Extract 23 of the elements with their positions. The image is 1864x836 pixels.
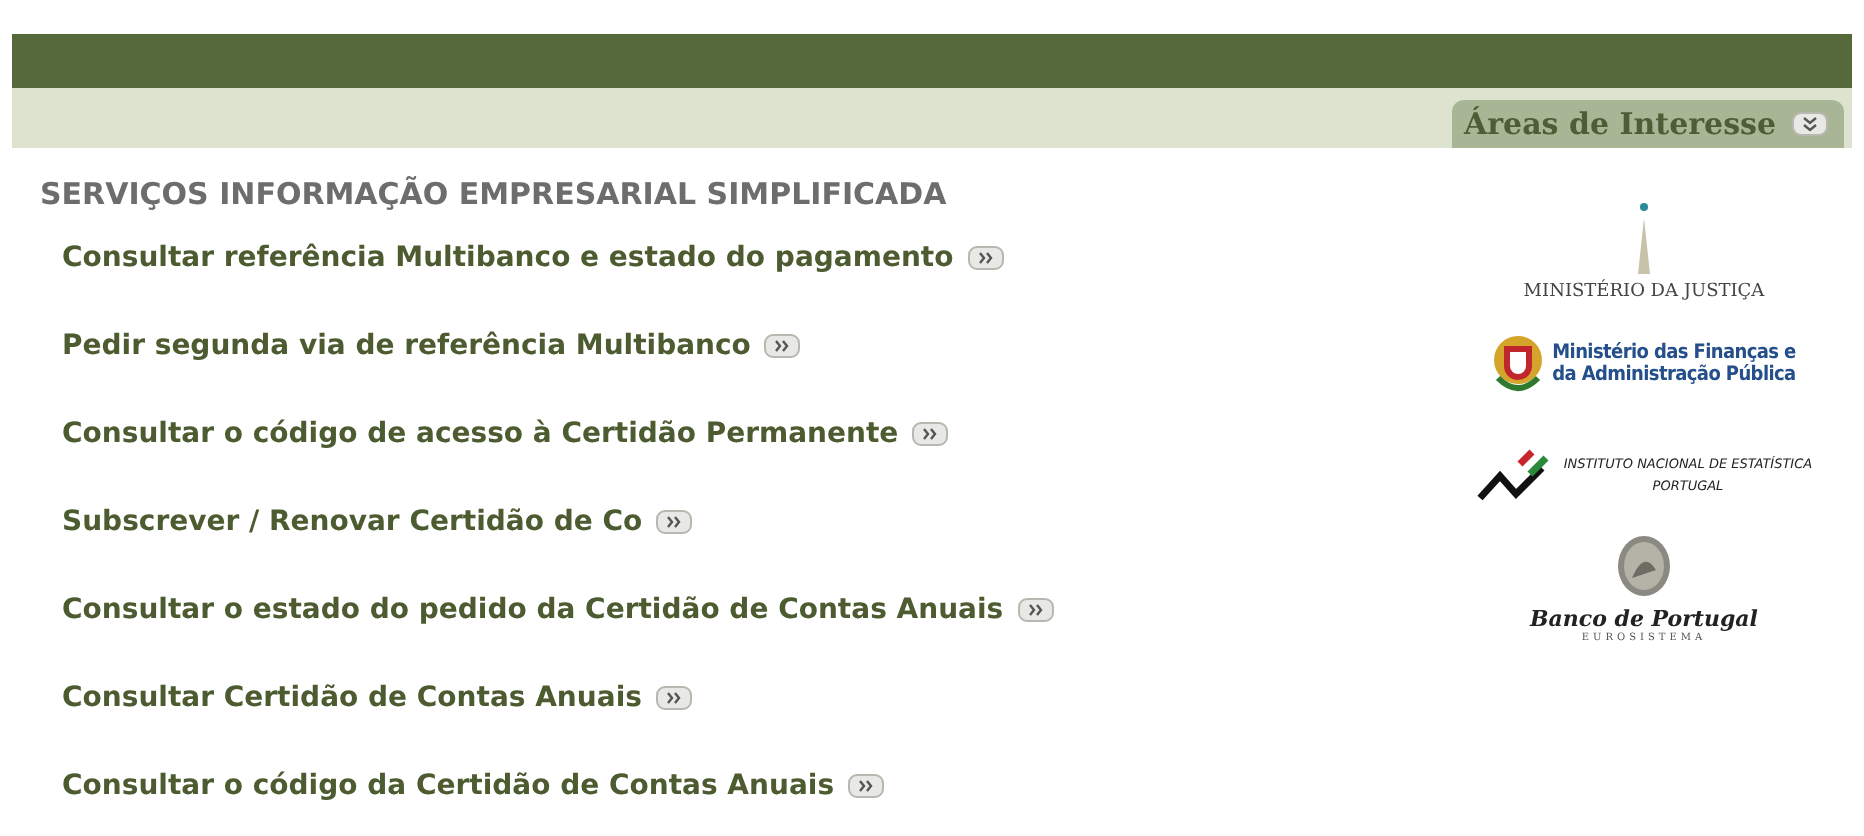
double-chevron-icon[interactable] (967, 246, 1004, 270)
section-title: SERVIÇOS INFORMAÇÃO EMPRESARIAL SIMPLIFICADA (40, 176, 949, 212)
logo-text: da Administração Pública (1552, 364, 1796, 386)
logo-text: Banco de Portugal (1530, 605, 1758, 631)
coat-of-arms-icon (1492, 334, 1545, 394)
service-link[interactable]: Pedir segunda via de referência Multibanco (62, 330, 751, 362)
logo-text: MINISTÉRIO DA JUSTIÇA (1523, 282, 1765, 302)
service-link[interactable]: Consultar o estado do pedido da Certidão de Contas Anuais (62, 594, 1004, 626)
obelisk-icon (1634, 202, 1654, 274)
double-chevron-down-icon[interactable] (1792, 112, 1828, 136)
service-link[interactable]: Consultar Certidão de Contas Anuais (62, 682, 642, 714)
logo-text: Ministério das Finanças e (1552, 342, 1796, 364)
double-chevron-icon[interactable] (848, 774, 885, 798)
coin-icon (1616, 533, 1672, 597)
double-chevron-icon[interactable] (912, 422, 949, 446)
service-link[interactable]: Consultar referência Multibanco e estado do pagamento (62, 242, 954, 274)
service-link[interactable]: Consultar o código da Certidão de Contas Anuais (62, 770, 835, 802)
double-chevron-icon[interactable] (655, 686, 692, 710)
double-chevron-icon[interactable] (764, 334, 801, 358)
service-link[interactable]: Consultar o código de acesso à Certidão Permanente (62, 418, 899, 450)
double-chevron-icon[interactable] (656, 510, 693, 534)
service-link[interactable]: Subscrever / Renovar Certidão de Co (62, 506, 643, 538)
double-chevron-icon[interactable] (1017, 598, 1054, 622)
